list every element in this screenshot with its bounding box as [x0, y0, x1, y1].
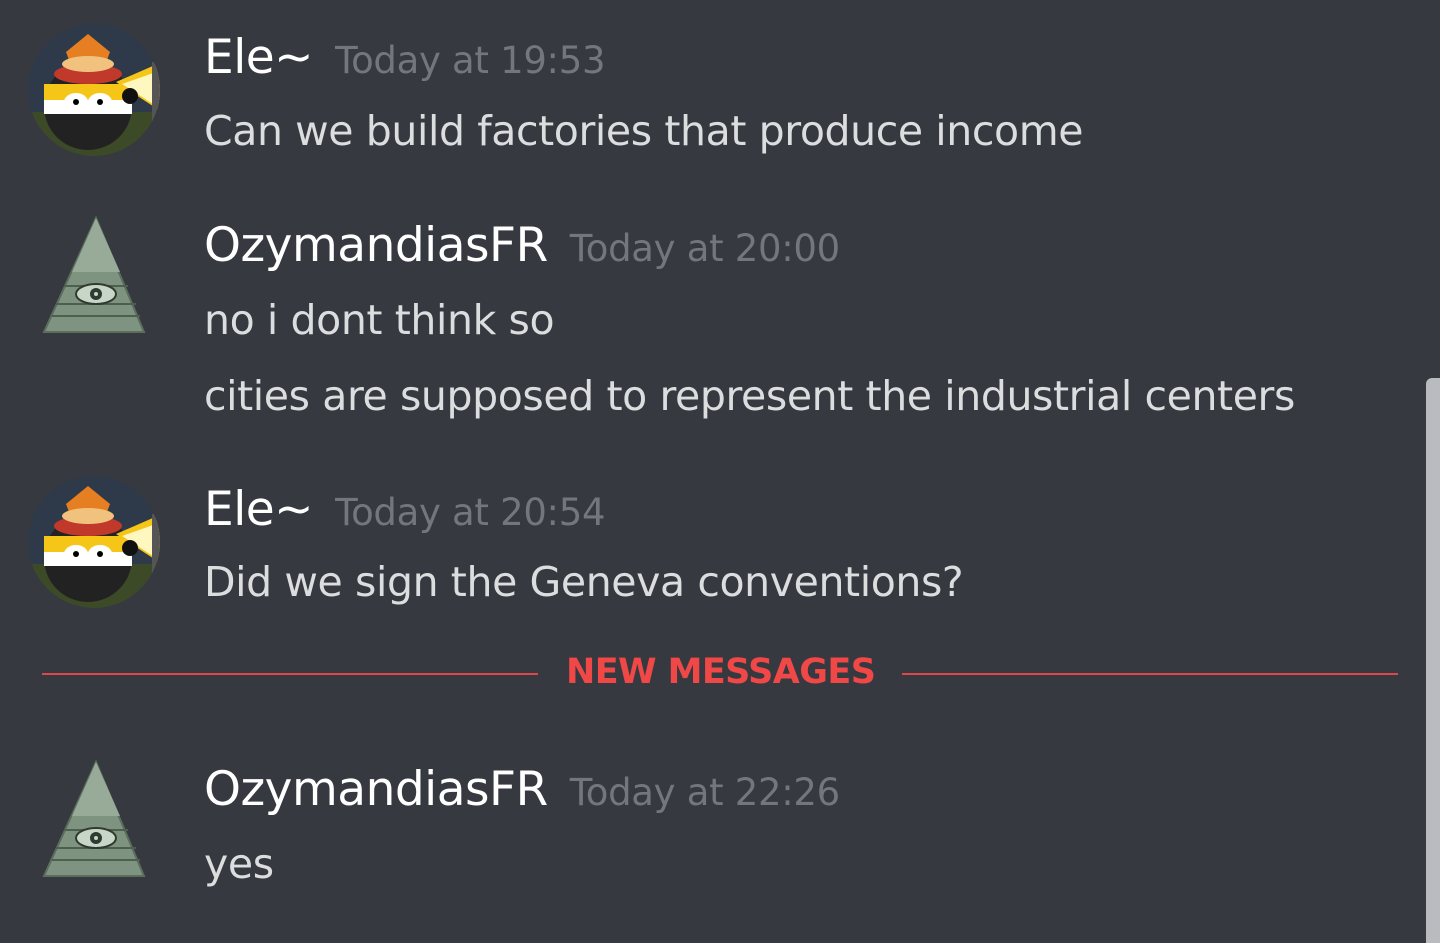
message-text: Did we sign the Geneva conventions?: [204, 558, 964, 606]
scrollbar-thumb[interactable]: [1426, 378, 1440, 943]
username[interactable]: OzymandiasFR: [204, 218, 548, 273]
message-text: cities are supposed to represent the ind…: [204, 372, 1295, 420]
timestamp: Today at 19:53: [335, 39, 606, 82]
illuminati-pyramid-avatar-icon[interactable]: [26, 212, 162, 348]
message-header: OzymandiasFR Today at 20:00: [204, 218, 840, 273]
new-messages-divider: NEW MESSAGES: [42, 648, 1398, 700]
message-header: Ele~ Today at 20:54: [204, 482, 606, 537]
illuminati-pyramid-avatar-icon[interactable]: [26, 756, 162, 892]
countryball-avatar-icon[interactable]: [26, 474, 162, 610]
message-text: yes: [204, 840, 274, 888]
username[interactable]: OzymandiasFR: [204, 762, 548, 817]
divider-line-left: [42, 673, 538, 675]
new-messages-label: NEW MESSAGES: [566, 652, 876, 692]
timestamp: Today at 20:54: [335, 491, 606, 534]
timestamp: Today at 20:00: [569, 227, 840, 270]
chat-message-list: Ele~ Today at 19:53 Can we build factori…: [0, 0, 1440, 943]
message-text: no i dont think so: [204, 296, 555, 344]
countryball-avatar-icon[interactable]: [26, 22, 162, 158]
username[interactable]: Ele~: [204, 30, 314, 85]
message-header: Ele~ Today at 19:53: [204, 30, 606, 85]
message-header: OzymandiasFR Today at 22:26: [204, 762, 840, 817]
username[interactable]: Ele~: [204, 482, 314, 537]
divider-line-right: [902, 673, 1398, 675]
message-text: Can we build factories that produce inco…: [204, 107, 1084, 155]
timestamp: Today at 22:26: [569, 771, 840, 814]
